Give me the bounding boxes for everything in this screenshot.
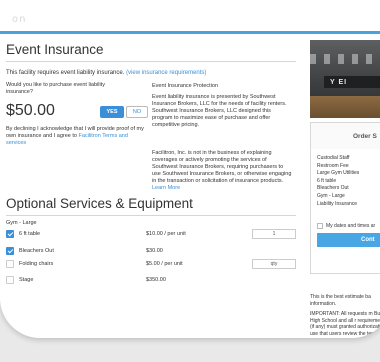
dates-confirm-checkbox[interactable]: My dates and times ar [317,223,375,229]
sidebar-notes: This is the best estimate ba information… [310,294,380,338]
service-row: 6 ft table $10.00 / per unit 1 [6,229,296,243]
insurance-price: $50.00 [6,102,55,119]
decline-acknowledgement: By declining I acknowledge that I will p… [6,126,146,147]
checkbox-box[interactable] [317,223,323,229]
service-checkbox[interactable] [6,276,14,284]
summary-item: Bleachers Out [317,185,349,192]
summary-item: Liability Insurance [317,200,358,207]
service-rate: $5.00 / per unit [146,261,183,267]
section-divider [6,215,296,216]
summary-item: 6 ft table [317,177,337,184]
event-insurance-heading: Event Insurance [6,42,104,57]
service-row: Stage $350.00 [6,275,296,289]
order-summary-panel: Order S Custodial Staff Restroom Fee Lar… [310,122,380,274]
service-row: Folding chairs $5.00 / per unit qty [6,259,296,273]
gym-floor [310,96,380,118]
service-checkbox[interactable] [6,230,14,238]
insurance-intro: This facility requires event liability i… [6,70,206,76]
summary-item: Gym - Large [317,192,345,199]
service-rate: $350.00 [146,277,166,283]
device-frame: on Event Insurance This facility require… [0,0,380,362]
view-insurance-requirements-link[interactable]: (view insurance requirements) [126,70,206,76]
section-divider [6,61,296,62]
insurance-intro-text: This facility requires event liability i… [6,70,125,76]
dates-confirm-label: My dates and times ar [326,223,376,229]
service-name: Stage [19,277,34,283]
optional-services-heading: Optional Services & Equipment [6,196,193,211]
summary-item: Large Gym Utilities [317,170,360,177]
quantity-input[interactable]: qty [252,259,296,269]
service-group-label: Gym - Large [6,220,37,226]
service-checkbox[interactable] [6,247,14,255]
service-name: Folding chairs [19,261,54,267]
top-navigation-bar: on [0,0,380,34]
facilitron-link[interactable]: Facilitron [78,133,100,139]
facilitron-logo[interactable]: on [12,14,26,25]
service-name: 6 ft table [19,231,41,237]
service-name: Bleachers Out [19,248,54,254]
browser-screen: on Event Insurance This facility require… [0,0,380,338]
quantity-input[interactable]: 1 [252,229,296,239]
summary-item: Restroom Fee [317,162,349,169]
insurance-yes-no-toggle: YES NO [100,106,148,118]
continue-button[interactable]: Cont [317,233,380,247]
service-row: Bleachers Out $30.00 [6,246,296,260]
yes-button[interactable]: YES [100,106,124,118]
order-summary-title: Order S [311,123,380,149]
facility-photo: Y EI [310,40,380,118]
summary-item: Custodial Staff [317,155,350,161]
no-button[interactable]: NO [126,106,148,118]
service-rate: $30.00 [146,248,163,254]
purchase-question: Would you like to purchase event liabili… [6,82,105,95]
protection-description: Event liability insurance is presented b… [152,94,287,128]
gym-banner: Y EI [324,76,380,88]
ceiling-lights [310,54,380,64]
important-note: IMPORTANT: All requests m Buena High Sch… [310,311,380,338]
estimate-note: This is the best estimate ba information… [310,294,371,307]
learn-more-link[interactable]: Learn More [152,185,180,191]
protection-disclaimer: Facilitron, Inc. is not in the business … [152,150,292,192]
protection-disclaimer-text: Facilitron, Inc. is not in the business … [152,150,292,184]
service-rate: $10.00 / per unit [146,231,186,237]
service-checkbox[interactable] [6,260,14,268]
order-summary-list: Custodial Staff Restroom Fee Large Gym U… [317,155,359,208]
protection-title: Event Insurance Protection [152,83,219,89]
